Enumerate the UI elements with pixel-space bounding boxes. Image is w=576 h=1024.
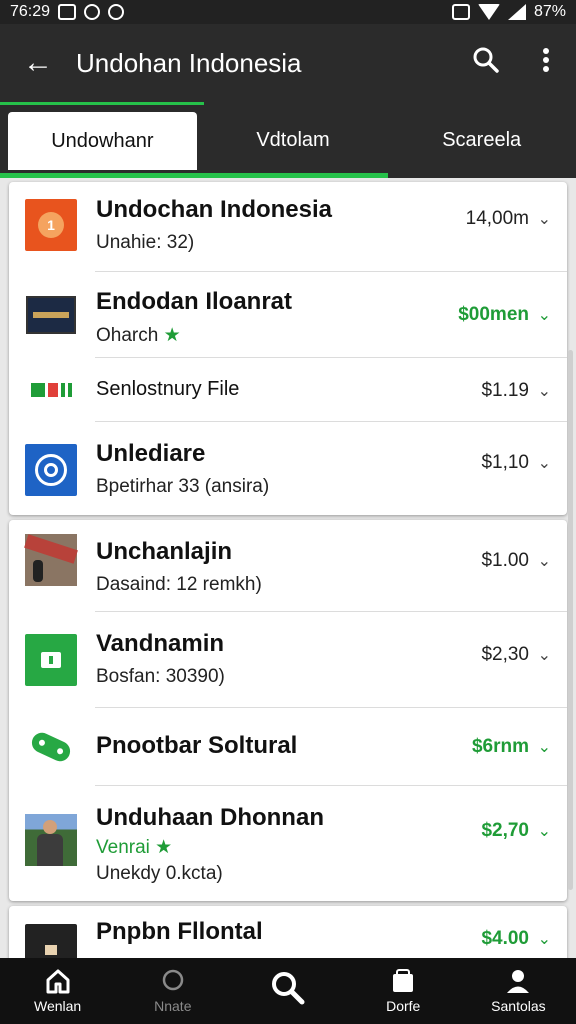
chevron-down-icon[interactable]: ⌄ (538, 645, 551, 665)
app-thumbnail (25, 364, 77, 416)
tab-scareela[interactable]: Scareela (387, 102, 576, 178)
bottom-navigation: Wenlan Nnate Dorfe Santolas (0, 958, 576, 1024)
item-title: Senlostnury File (96, 378, 240, 400)
list-card: Pnpbn Fllontal $4.00 ⌄ (9, 906, 567, 958)
item-subtitle: Bosfan: 30390) (96, 666, 225, 687)
list-item[interactable]: Endodan Iloanrat Oharch ★ $00men ⌄ (9, 272, 567, 358)
list-item[interactable]: Unlediare Bpetirhar 33 (ansira) $1,10 ⌄ (9, 422, 567, 515)
item-subtitle: Venrai (96, 837, 150, 858)
battery-level: 87% (533, 3, 566, 20)
chevron-down-icon[interactable]: ⌄ (538, 737, 551, 757)
more-options-icon[interactable] (516, 47, 576, 80)
item-subtitle: Bpetirhar 33 (ansira) (96, 476, 270, 497)
tab-label: Scareela (442, 128, 522, 151)
chevron-down-icon[interactable]: ⌄ (538, 821, 551, 841)
signal-icon (507, 4, 526, 20)
list-card: Unchanlajin Dasaind: 12 remkh) $1.00 ⌄ V… (9, 520, 567, 901)
chevron-down-icon[interactable]: ⌄ (538, 453, 551, 473)
item-subtitle: Dasaind: 12 remkh) (96, 574, 262, 595)
list-item[interactable]: Unchanlajin Dasaind: 12 remkh) $1.00 ⌄ (9, 520, 567, 612)
nav-label: Wenlan (33, 998, 82, 1014)
back-arrow-icon[interactable]: ← (0, 46, 76, 80)
list-item[interactable]: Pnpbn Fllontal $4.00 ⌄ (9, 906, 567, 958)
item-title: Pnpbn Fllontal (96, 918, 263, 945)
star-icon: ★ (155, 837, 173, 858)
chevron-down-icon[interactable]: ⌄ (538, 305, 551, 325)
chevron-down-icon[interactable]: ⌄ (538, 209, 551, 229)
wifi-icon (477, 4, 500, 20)
tab-vdtolam[interactable]: Vdtolam (199, 102, 388, 178)
nav-item-home[interactable]: Wenlan (0, 958, 115, 1024)
nav-item-nnate[interactable]: Nnate (115, 958, 230, 1024)
list-item[interactable]: 1 Undochan Indonesia Unahie: 32) 14,00m … (9, 182, 567, 272)
item-price: $1.19 (481, 380, 529, 401)
item-price: $00men (458, 304, 529, 325)
nav-label: Santolas (491, 998, 546, 1014)
notification-icon (84, 4, 101, 20)
item-subtitle: Oharch (96, 325, 159, 346)
item-price: $6rnm (471, 736, 529, 757)
item-detail: Unekdy 0.kcta) (96, 863, 223, 884)
item-subtitle: Unahie: 32) (96, 232, 195, 253)
item-title: Unlediare (96, 440, 206, 467)
tab-label: Vdtolam (256, 128, 330, 151)
chevron-down-icon[interactable]: ⌄ (538, 551, 551, 571)
item-title: Unduhaan Dhonnan (96, 804, 324, 831)
item-price: $1,10 (481, 452, 529, 473)
tab-bar: Undowhanr Vdtolam Scareela (0, 102, 576, 178)
item-price: $2,70 (481, 820, 529, 841)
circle-icon (161, 968, 185, 998)
app-bar: ← Undohan Indonesia (0, 24, 576, 102)
nav-item-dorfe[interactable]: Dorfe (346, 958, 461, 1024)
tab-indicator-top (0, 102, 204, 105)
app-thumbnail (25, 634, 77, 686)
list-item[interactable]: Vandnamin Bosfan: 30390) $2,30 ⌄ (9, 612, 567, 708)
alarm-icon (451, 4, 470, 20)
content-list: 1 Undochan Indonesia Unahie: 32) 14,00m … (0, 178, 576, 958)
chevron-down-icon[interactable]: ⌄ (538, 929, 551, 949)
app-thumbnail (25, 289, 77, 341)
list-item[interactable]: Senlostnury File $1.19 ⌄ (9, 358, 567, 422)
app-thumbnail: 1 (25, 199, 77, 251)
app-thumbnail (25, 924, 77, 958)
nav-item-santolas[interactable]: Santolas (461, 958, 576, 1024)
sync-icon (108, 4, 125, 20)
nav-label: Dorfe (386, 998, 421, 1014)
nav-item-search[interactable] (230, 958, 345, 1024)
item-price: 14,00m (465, 208, 529, 229)
home-icon (45, 968, 71, 998)
star-icon: ★ (163, 325, 181, 346)
search-icon (271, 971, 305, 1011)
item-title: Unchanlajin (96, 538, 233, 565)
status-time: 76:29 (10, 3, 51, 20)
item-price: $4.00 (481, 928, 529, 949)
nav-label: Nnate (154, 998, 192, 1014)
app-thumbnail (25, 814, 77, 866)
list-card: 1 Undochan Indonesia Unahie: 32) 14,00m … (9, 182, 567, 515)
search-icon[interactable] (456, 47, 516, 80)
app-thumbnail (25, 444, 77, 496)
item-title: Endodan Iloanrat (96, 288, 293, 315)
item-title: Vandnamin (96, 630, 225, 657)
tab-label: Undowhanr (51, 129, 154, 152)
image-notification-icon (58, 4, 77, 20)
item-price: $2,30 (481, 644, 529, 665)
item-title: Pnootbar Soltural (96, 732, 298, 759)
app-thumbnail (24, 534, 78, 586)
app-thumbnail (25, 721, 77, 773)
scrollbar[interactable] (568, 350, 573, 890)
bag-icon (391, 968, 415, 998)
list-item[interactable]: Unduhaan Dhonnan Venrai ★ Unekdy 0.kcta)… (9, 786, 567, 901)
status-bar: 76:29 87% (0, 0, 576, 24)
tab-undowhanr[interactable]: Undowhanr (8, 112, 197, 170)
chevron-down-icon[interactable]: ⌄ (538, 381, 551, 401)
list-item[interactable]: Pnootbar Soltural $6rnm ⌄ (9, 708, 567, 786)
item-price: $1.00 (481, 550, 529, 571)
person-icon (506, 968, 530, 998)
page-title: Undohan Indonesia (76, 47, 302, 78)
item-title: Undochan Indonesia (96, 196, 333, 223)
